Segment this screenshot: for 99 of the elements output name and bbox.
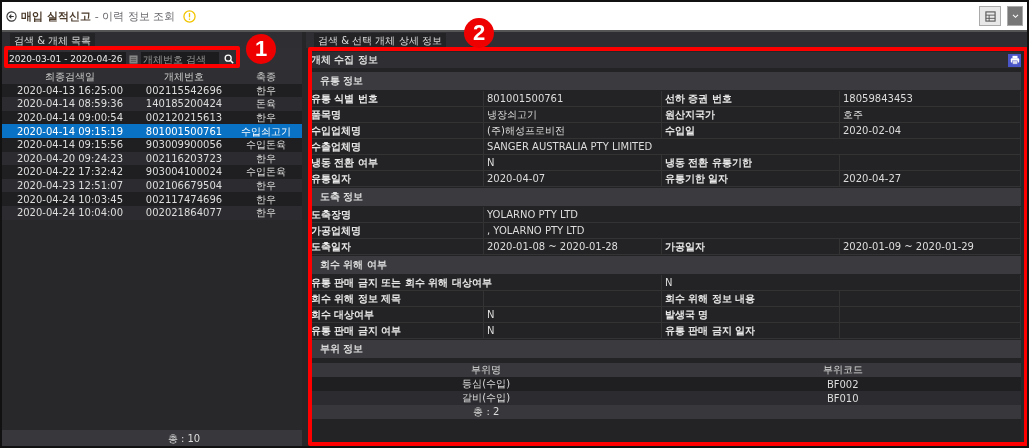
- table-cell-text: 등심(수입): [461, 377, 512, 391]
- field-label: 냉동 전환 유통기한: [665, 155, 752, 170]
- table-cell-text: 2020-04-22 17:32:42: [15, 165, 125, 179]
- field-value: YOLARNO PTY LTD: [487, 209, 578, 220]
- column-header: 최종검색일: [44, 70, 96, 84]
- table-cell-text: BF010: [825, 392, 860, 404]
- table-cell-text: 2020-04-14 08:59:36: [15, 97, 125, 111]
- table-cell-text: 002021864077: [144, 206, 224, 220]
- field-value: 호주: [843, 107, 863, 122]
- table-cell-text: 수입돈육: [245, 165, 287, 179]
- field-label: 선하 증권 번호: [665, 91, 732, 106]
- field-label: 가공일자: [665, 239, 705, 254]
- caret-icon: [1011, 13, 1019, 19]
- field-label: 유통 판매 금지 일자: [665, 323, 756, 338]
- section-title: 회수 위해 여부: [320, 258, 387, 272]
- grid-view-button[interactable]: [979, 6, 1001, 26]
- field-label: 수출업체명: [311, 139, 361, 154]
- field-label: 수입일: [665, 123, 695, 138]
- field-label: 도축장명: [311, 207, 351, 222]
- column-header: 부위코드: [821, 363, 864, 377]
- field-label: 발생국 명: [665, 307, 709, 322]
- table-cell-text: 한우: [255, 192, 277, 206]
- table-cell-text: 801001500761: [144, 124, 224, 138]
- table-cell-text: 한우: [255, 151, 277, 165]
- field-label: 유통일자: [311, 171, 351, 186]
- field-label: 유통 식별 번호: [311, 91, 378, 106]
- print-button[interactable]: [1008, 53, 1021, 67]
- table-cell-text: 2020-04-23 12:51:07: [15, 179, 125, 193]
- grid-icon: [984, 10, 996, 22]
- field-value: N: [487, 309, 495, 320]
- table-cell-text: 2020-04-14 09:15:56: [15, 138, 125, 152]
- printer-icon: [1009, 55, 1020, 65]
- table-cell-text: 002106679504: [144, 179, 224, 193]
- section-title: 부위 정보: [320, 342, 364, 356]
- table-cell-text: 903004100024: [144, 165, 224, 179]
- section-title: 유통 정보: [320, 74, 364, 88]
- table-cell-text: 갈비(수입): [461, 391, 512, 405]
- table-cell-text: 한우: [255, 179, 277, 193]
- page-title: 매입 실적신고: [21, 8, 91, 24]
- table-cell-text: 한우: [255, 206, 277, 220]
- table-cell-text: 2020-04-20 09:24:23: [15, 151, 125, 165]
- table-cell-text: 2020-04-13 16:25:00: [15, 83, 125, 97]
- field-value: (주)해성프로비전: [487, 123, 565, 138]
- list-row[interactable]: 2020-04-24 10:03:45 002117474696 한우: [2, 192, 302, 206]
- field-value: SANGER AUSTRALIA PTY LIMITED: [487, 141, 653, 152]
- table-cell-text: 2020-04-24 10:04:00: [15, 206, 125, 220]
- table-cell-text: 002116203723: [144, 151, 224, 165]
- field-label: 회수 위해 정보 내용: [665, 291, 756, 306]
- section-title: 도축 정보: [320, 190, 364, 204]
- field-value: , YOLARNO PTY LTD: [487, 225, 585, 236]
- table-cell-text: BF002: [825, 378, 860, 390]
- table-cell-text: 한우: [255, 111, 277, 125]
- column-header: 축종: [255, 70, 277, 84]
- total-count: 총 : 2: [472, 405, 501, 419]
- total-count: 총 : 10: [166, 431, 202, 445]
- table-cell-text: 2020-04-24 10:03:45: [15, 192, 125, 206]
- list-row[interactable]: 2020-04-14 09:15:19 801001500761 수입쇠고기: [2, 124, 302, 138]
- table-cell-text: 2020-04-14 09:15:19: [15, 124, 125, 138]
- table-cell-text: 한우: [255, 83, 277, 97]
- table-cell-text: 002117474696: [144, 192, 224, 206]
- table-cell-text: 수입쇠고기: [240, 124, 292, 138]
- field-label: 유통 판매 금지 여부: [311, 323, 402, 338]
- list-row[interactable]: 2020-04-14 08:59:36 140185200424 돈육: [2, 97, 302, 111]
- field-value: 2020-01-09 ~ 2020-01-29: [843, 241, 974, 252]
- table-cell-text: 002115542696: [144, 83, 224, 97]
- field-label: 수입업체명: [311, 123, 361, 138]
- calendar-icon[interactable]: [128, 54, 138, 64]
- field-label: 도축일자: [311, 239, 351, 254]
- field-label: 원산지국가: [665, 107, 715, 122]
- field-value: 801001500761: [487, 93, 564, 104]
- field-value: 냉장쇠고기: [487, 107, 537, 122]
- column-header: 개체번호: [163, 70, 205, 84]
- table-cell-text: 수입돈육: [245, 138, 287, 152]
- table-cell-text: 903009900056: [144, 138, 224, 152]
- field-label: 품목명: [311, 107, 341, 122]
- search-icon[interactable]: [223, 54, 234, 64]
- field-value: N: [665, 277, 673, 288]
- field-label: 냉동 전환 여부: [311, 155, 378, 170]
- column-header: 부위명: [470, 363, 503, 377]
- field-label: 회수 위해 정보 제목: [311, 291, 402, 306]
- field-label: 유통기한 일자: [665, 171, 729, 186]
- panel-title: 개체 수집 정보: [311, 53, 378, 67]
- field-value: N: [487, 157, 495, 168]
- field-label: 유통 판매 금지 또는 회수 위해 대상여부: [311, 275, 492, 290]
- field-label: 가공업체명: [311, 223, 361, 238]
- field-value: N: [487, 325, 495, 336]
- list-row[interactable]: 2020-04-22 17:32:42 903004100024 수입돈육: [2, 165, 302, 179]
- table-cell-text: 002120215613: [144, 111, 224, 125]
- table-cell-text: 140185200424: [144, 97, 224, 111]
- back-icon[interactable]: [6, 10, 17, 22]
- table-cell-text: 돈육: [255, 97, 277, 111]
- field-value: 18059843453: [843, 93, 913, 104]
- field-value: 2020-01-08 ~ 2020-01-28: [487, 241, 618, 252]
- field-value: 2020-02-04: [843, 125, 902, 136]
- page-subtitle: - 이력 정보 조회: [94, 8, 176, 24]
- field-value: 2020-04-27: [843, 173, 902, 184]
- table-cell-text: 2020-04-14 09:00:54: [15, 111, 125, 125]
- field-value: 2020-04-07: [487, 173, 546, 184]
- field-label: 회수 대상여부: [311, 307, 375, 322]
